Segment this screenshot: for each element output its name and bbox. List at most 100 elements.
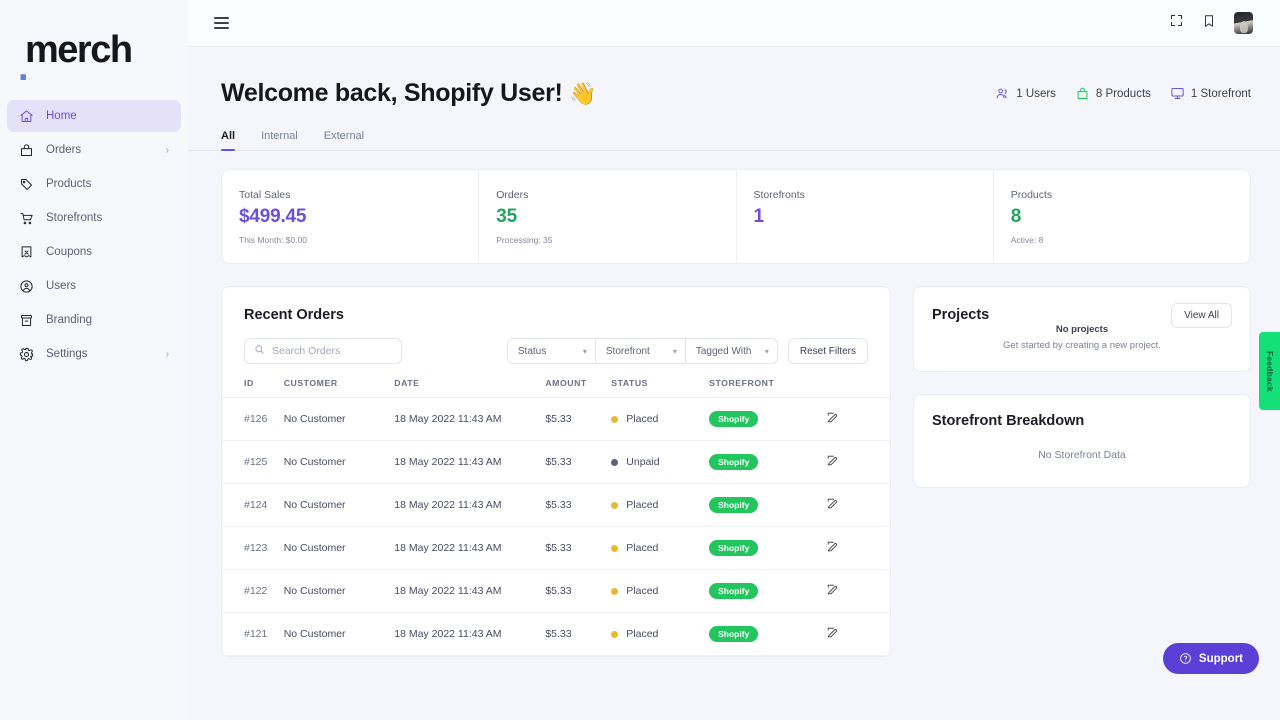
- status-label: Placed: [626, 542, 659, 554]
- cell-storefront: Shopify: [709, 440, 827, 484]
- sidebar-item-label: Storefronts: [46, 212, 103, 224]
- header-stat-users[interactable]: 1 Users: [995, 86, 1056, 101]
- topbar: [188, 0, 1280, 47]
- sidebar-item-storefronts[interactable]: Storefronts: [7, 202, 181, 234]
- sidebar-item-label: Home: [46, 110, 77, 122]
- storefront-breakdown-card: Storefront Breakdown No Storefront Data: [913, 394, 1251, 488]
- search-input[interactable]: [272, 345, 392, 357]
- fullscreen-icon[interactable]: [1169, 13, 1184, 33]
- table-row[interactable]: #126 No Customer 18 May 2022 11:43 AM $5…: [222, 397, 890, 441]
- filter-storefront-select[interactable]: Storefront ▾: [595, 338, 686, 364]
- cell-status: Placed: [611, 397, 710, 441]
- orders-controls: Status ▾ Storefront ▾ Tagged With ▾: [222, 323, 890, 364]
- sidebar-item-coupons[interactable]: Coupons: [7, 236, 181, 268]
- cell-storefront: Shopify: [709, 397, 827, 441]
- status-dot: [611, 630, 619, 638]
- stat-label: Orders: [496, 189, 529, 201]
- question-circle-icon: [1180, 653, 1191, 664]
- table-header-row: ID CUSTOMER DATE AMOUNT STATUS STOREFRON…: [222, 378, 890, 398]
- table-row[interactable]: #122 No Customer 18 May 2022 11:43 AM $5…: [222, 569, 890, 613]
- sidebar-item-home[interactable]: Home: [7, 100, 181, 132]
- column-header-storefront: STOREFRONT: [709, 378, 827, 398]
- cell-storefront: Shopify: [709, 483, 827, 527]
- header-stat-label: 1 Storefront: [1190, 87, 1251, 100]
- reset-filters-button[interactable]: Reset Filters: [787, 338, 868, 364]
- table-row[interactable]: #124 No Customer 18 May 2022 11:43 AM $5…: [222, 483, 890, 527]
- table-row[interactable]: #121 No Customer 18 May 2022 11:43 AM $5…: [222, 612, 890, 656]
- orders-table: ID CUSTOMER DATE AMOUNT STATUS STOREFRON…: [222, 378, 890, 656]
- avatar[interactable]: [1234, 12, 1253, 34]
- tab-external[interactable]: External: [324, 130, 364, 150]
- filter-label: Tagged With: [695, 345, 752, 357]
- cell-date: 18 May 2022 11:43 AM: [394, 397, 546, 441]
- storefront-breakdown-title: Storefront Breakdown: [932, 413, 1085, 429]
- search-orders-box[interactable]: [244, 338, 402, 364]
- table-row[interactable]: #123 No Customer 18 May 2022 11:43 AM $5…: [222, 526, 890, 570]
- projects-empty-sub: Get started by creating a new project.: [1003, 340, 1161, 351]
- status-dot: [611, 415, 619, 423]
- brand-logo[interactable]: . merch: [0, 0, 188, 100]
- sidebar-item-products[interactable]: Products: [7, 168, 181, 200]
- hamburger-icon[interactable]: [214, 17, 229, 29]
- edit-icon[interactable]: [826, 541, 839, 556]
- recent-orders-title: Recent Orders: [244, 307, 344, 323]
- user-circle-icon: [18, 278, 35, 295]
- sidebar-item-label: Users: [46, 280, 77, 292]
- cell-id: #125: [222, 440, 284, 484]
- search-icon: [254, 342, 265, 360]
- header-stat-products[interactable]: 8 Products: [1075, 86, 1151, 101]
- edit-icon[interactable]: [826, 627, 839, 642]
- edit-icon[interactable]: [826, 498, 839, 513]
- topbar-actions: [1169, 12, 1253, 34]
- sidebar-item-orders[interactable]: Orders ›: [7, 134, 181, 166]
- bookmark-icon[interactable]: [1202, 14, 1216, 33]
- feedback-tab[interactable]: Feedback: [1259, 332, 1280, 410]
- stat-card-total-sales: Total Sales $499.45 This Month: $0.00: [222, 170, 480, 263]
- header-stat-storefront[interactable]: 1 Storefront: [1170, 86, 1251, 101]
- status-label: Placed: [626, 628, 659, 640]
- stat-label: Products: [1010, 189, 1053, 201]
- edit-icon[interactable]: [826, 455, 839, 470]
- status-label: Unpaid: [626, 456, 660, 468]
- cell-date: 18 May 2022 11:43 AM: [394, 526, 546, 570]
- header-stat-label: 8 Products: [1095, 87, 1151, 100]
- chevron-right-icon: ›: [165, 348, 169, 360]
- stat-card-storefronts: Storefronts 1: [737, 170, 994, 263]
- cell-actions: [826, 569, 890, 613]
- status-label: Placed: [626, 585, 659, 597]
- filter-tagged-with-select[interactable]: Tagged With ▾: [685, 338, 778, 364]
- cell-id: #124: [222, 483, 284, 527]
- edit-icon[interactable]: [826, 584, 839, 599]
- edit-icon[interactable]: [826, 412, 839, 427]
- column-header-date: DATE: [394, 378, 546, 398]
- cell-storefront: Shopify: [709, 569, 827, 613]
- cell-amount: $5.33: [545, 397, 612, 441]
- filter-label: Status: [517, 345, 547, 357]
- page-title: Welcome back, Shopify User! 👋: [221, 79, 597, 108]
- sidebar-item-users[interactable]: Users: [7, 270, 181, 302]
- cell-amount: $5.33: [545, 612, 612, 656]
- cell-date: 18 May 2022 11:43 AM: [394, 569, 546, 613]
- cell-id: #122: [222, 569, 284, 613]
- tab-internal[interactable]: Internal: [261, 130, 298, 150]
- cell-actions: [826, 526, 890, 570]
- welcome-text: Welcome back, Shopify User!: [221, 79, 563, 107]
- sidebar-item-branding[interactable]: Branding: [7, 304, 181, 336]
- cell-amount: $5.33: [545, 440, 612, 484]
- view-all-projects-button[interactable]: View All: [1171, 303, 1232, 328]
- table-row[interactable]: #125 No Customer 18 May 2022 11:43 AM $5…: [222, 440, 890, 484]
- orders-table-head: ID CUSTOMER DATE AMOUNT STATUS STOREFRON…: [222, 378, 890, 398]
- stat-value: 8: [1010, 206, 1022, 227]
- stat-value: $499.45: [239, 206, 307, 227]
- filter-status-select[interactable]: Status ▾: [506, 338, 596, 364]
- sidebar-item-settings[interactable]: Settings ›: [7, 338, 181, 370]
- cell-customer: No Customer: [283, 440, 395, 484]
- tab-all[interactable]: All: [221, 130, 236, 151]
- stat-cards: Total Sales $499.45 This Month: $0.00 Or…: [221, 169, 1251, 264]
- home-icon: [18, 108, 35, 125]
- cell-amount: $5.33: [545, 526, 612, 570]
- cell-status: Placed: [611, 612, 710, 656]
- status-badge: Shopify: [709, 540, 759, 556]
- chevron-down-icon: ▾: [672, 346, 677, 356]
- support-button[interactable]: Support: [1162, 643, 1259, 674]
